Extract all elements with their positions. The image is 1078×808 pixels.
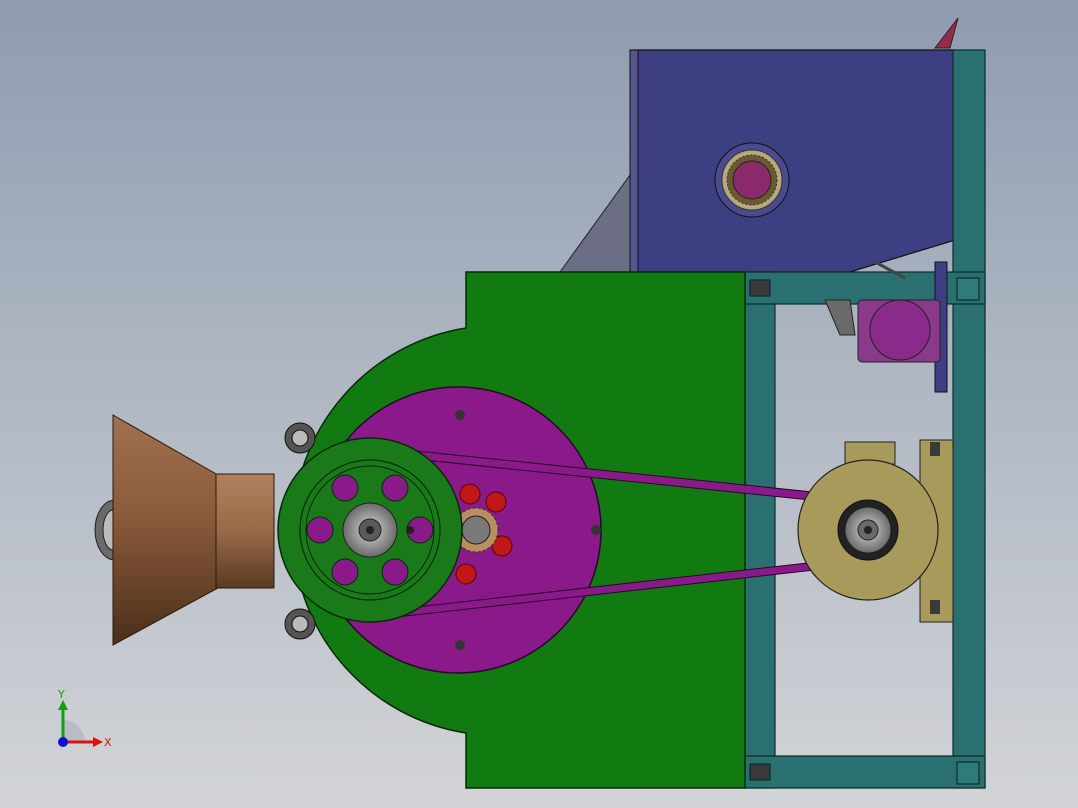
feed-funnel [94,414,275,646]
coordinate-triad: Y X [57,688,112,749]
cad-viewport[interactable]: Y X [0,0,1078,808]
triad-y-label: Y [57,688,65,701]
triad-x-label: X [104,736,112,749]
assembly-model[interactable]: Y X [0,0,1078,808]
hopper-bearing [714,142,790,218]
hopper-bracket [559,173,633,273]
drive-pulley [277,437,463,623]
hopper-flap [933,17,959,49]
hopper-box [629,17,959,273]
electric-motor [797,439,954,623]
